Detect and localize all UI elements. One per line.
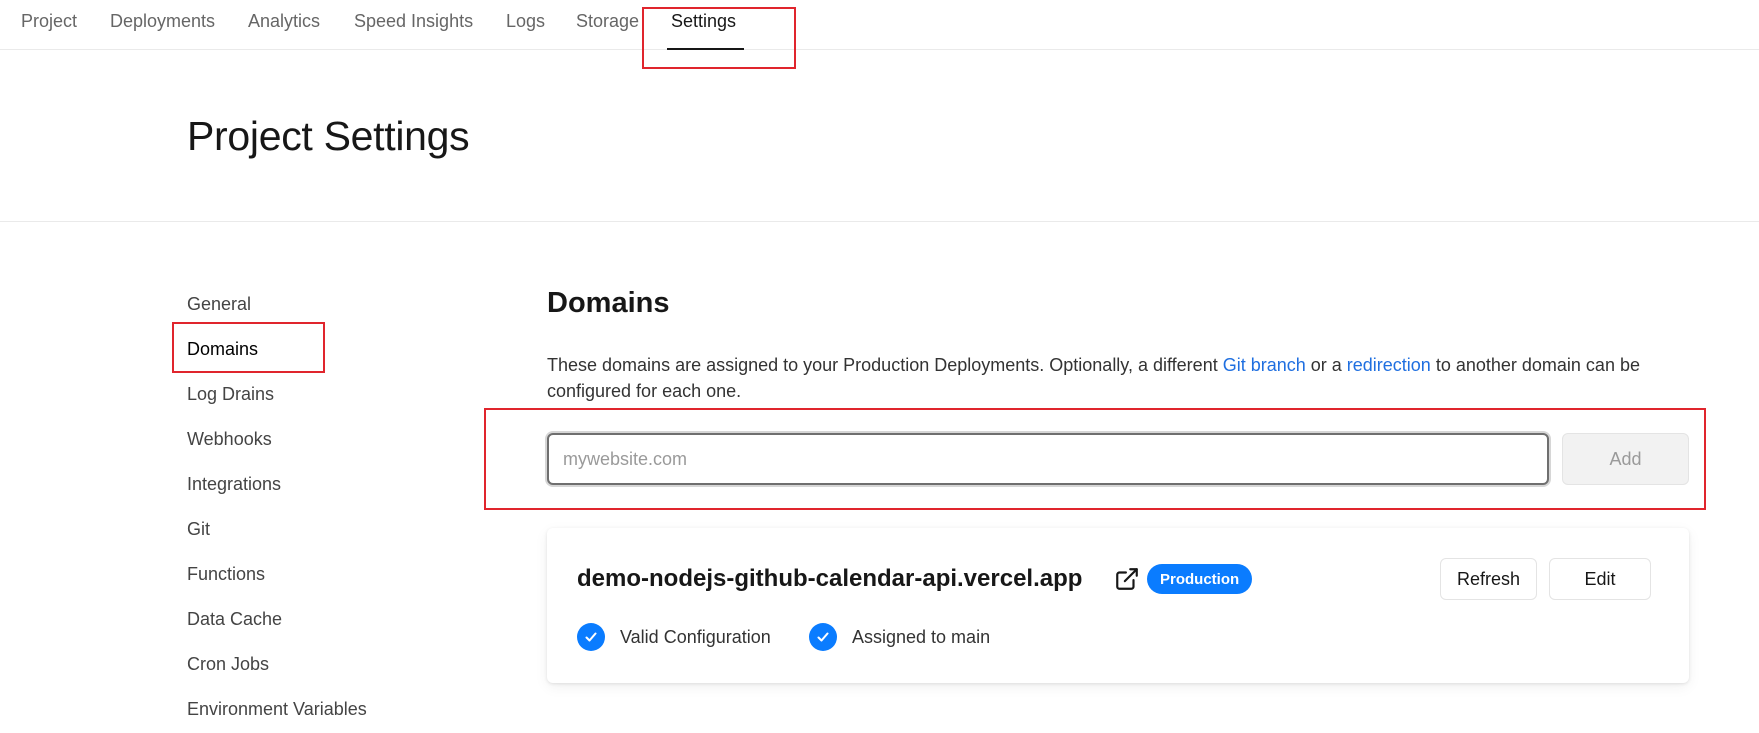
tab-speed-insights[interactable]: Speed Insights [354,9,473,33]
section-title: Domains [547,287,670,319]
status-valid-configuration: Valid Configuration [620,627,771,647]
check-circle-icon [577,623,605,651]
tab-storage[interactable]: Storage [576,9,639,33]
sidebar-item-functions[interactable]: Functions [187,562,265,586]
edit-button[interactable]: Edit [1549,558,1651,600]
sidebar-item-data-cache[interactable]: Data Cache [187,607,282,631]
production-badge: Production [1147,564,1253,594]
sidebar-item-log-drains[interactable]: Log Drains [187,382,274,406]
description-text: or a [1305,355,1347,375]
sidebar-item-webhooks[interactable]: Webhooks [187,427,272,451]
sidebar-item-integrations[interactable]: Integrations [187,472,281,496]
git-branch-link[interactable]: Git branch [1223,355,1306,375]
domain-card: demo-nodejs-github-calendar-api.vercel.a… [547,528,1689,683]
tab-logs[interactable]: Logs [506,9,545,33]
domains-description: These domains are assigned to your Produ… [547,352,1687,404]
check-circle-icon [809,623,837,651]
sidebar-item-environment-variables[interactable]: Environment Variables [187,697,367,721]
add-domain-button[interactable]: Add [1562,433,1689,485]
description-text: These domains are assigned to your Produ… [547,355,1223,375]
sidebar-item-cron-jobs[interactable]: Cron Jobs [187,652,269,676]
tab-deployments[interactable]: Deployments [110,9,215,33]
refresh-button[interactable]: Refresh [1440,558,1537,600]
sidebar-item-domains[interactable]: Domains [187,337,258,361]
tab-settings[interactable]: Settings [671,9,736,33]
domain-input[interactable] [547,433,1549,485]
top-navigation: Project Deployments Analytics Speed Insi… [0,0,1759,50]
status-assigned-to-main: Assigned to main [852,627,991,647]
external-link-icon[interactable] [1114,566,1140,592]
redirection-link[interactable]: redirection [1347,355,1431,375]
sidebar-item-git[interactable]: Git [187,517,210,541]
page-title: Project Settings [187,113,470,159]
domain-name-link[interactable]: demo-nodejs-github-calendar-api.vercel.a… [577,564,1082,594]
tab-project[interactable]: Project [21,9,77,33]
tab-analytics[interactable]: Analytics [248,9,320,33]
sidebar-item-general[interactable]: General [187,292,251,316]
